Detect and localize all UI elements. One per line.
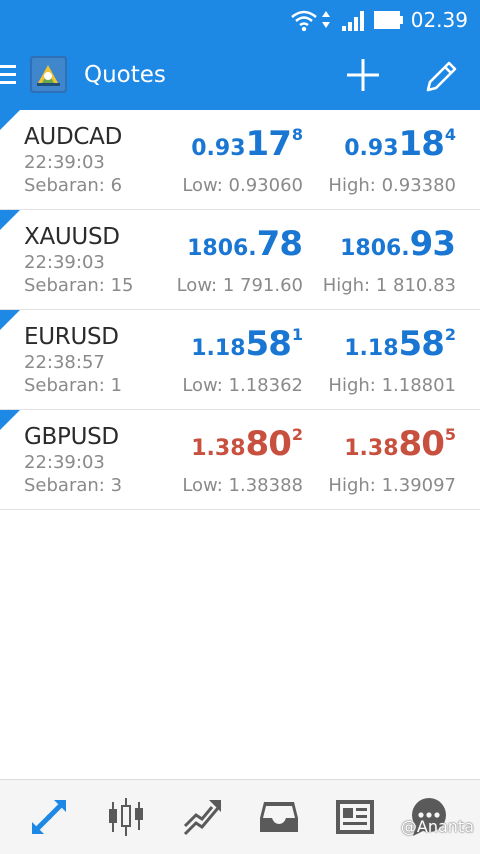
bid-price: 1806.78 (187, 224, 303, 264)
quote-row-eurusd[interactable]: EURUSD 22:38:57 Sebaran: 1 1.18581 1.185… (0, 310, 480, 410)
quote-row-gbpusd[interactable]: GBPUSD 22:39:03 Sebaran: 3 1.38802 1.388… (0, 410, 480, 510)
quote-symbol: EURUSD (24, 324, 119, 350)
quote-low: Low: 0.93060 (182, 175, 303, 196)
pencil-icon (426, 61, 457, 92)
ask-price: 0.93184 (344, 124, 456, 164)
ask-price: 1.18582 (344, 324, 456, 364)
quote-spread: Sebaran: 6 (24, 175, 123, 196)
quote-low: Low: 1.18362 (182, 375, 303, 396)
news-icon (336, 800, 374, 834)
bid-price: 0.93178 (191, 124, 303, 164)
nav-chart-button[interactable] (105, 796, 147, 838)
quote-time: 22:39:03 (24, 152, 105, 173)
status-icons (290, 7, 406, 33)
quote-spread: Sebaran: 3 (24, 475, 123, 496)
bid-price: 1.18581 (191, 324, 303, 364)
add-symbol-button[interactable] (344, 56, 382, 94)
quote-spread: Sebaran: 1 (24, 375, 123, 396)
status-bar: 02.39 (0, 0, 480, 40)
nav-trade-button[interactable] (182, 796, 224, 838)
nav-history-button[interactable] (258, 796, 300, 838)
nav-news-button[interactable] (334, 796, 376, 838)
data-arrows-icon (322, 11, 330, 28)
nav-quotes-button[interactable] (28, 796, 70, 838)
quote-high: High: 1.39097 (328, 475, 456, 496)
battery-icon (374, 11, 403, 29)
quote-symbol: XAUUSD (24, 224, 120, 250)
quote-low: Low: 1 791.60 (176, 275, 303, 296)
quote-high: High: 0.93380 (328, 175, 456, 196)
candlestick-chart-icon (109, 798, 143, 836)
hamburger-menu-icon[interactable] (0, 65, 16, 85)
page-title: Quotes (84, 62, 166, 88)
wifi-icon (291, 10, 317, 27)
row-corner-marker (0, 310, 20, 330)
quote-spread: Sebaran: 15 (24, 275, 134, 296)
quote-high: High: 1.18801 (328, 375, 456, 396)
bid-price: 1.38802 (191, 424, 303, 464)
status-signal-icons (291, 10, 403, 32)
app-bar: Quotes (0, 40, 480, 110)
quote-row-audcad[interactable]: AUDCAD 22:39:03 Sebaran: 6 0.93178 0.931… (0, 110, 480, 210)
quote-row-xauusd[interactable]: XAUUSD 22:39:03 Sebaran: 15 1806.78 1806… (0, 210, 480, 310)
quote-symbol: GBPUSD (24, 424, 119, 450)
row-corner-marker (0, 410, 20, 430)
row-corner-marker (0, 110, 20, 130)
quote-time: 22:39:03 (24, 252, 105, 273)
bottom-navigation: @Ananta (0, 779, 480, 854)
trade-line-icon (183, 800, 221, 836)
metatrader-logo-icon[interactable] (30, 56, 67, 93)
row-corner-marker (0, 210, 20, 230)
quote-time: 22:39:03 (24, 452, 105, 473)
quote-high: High: 1 810.83 (322, 275, 456, 296)
ask-price: 1.38805 (344, 424, 456, 464)
status-time: 02.39 (410, 8, 468, 32)
edit-list-button[interactable] (422, 56, 460, 94)
history-inbox-icon (260, 802, 298, 832)
quotes-list: AUDCAD 22:39:03 Sebaran: 6 0.93178 0.931… (0, 110, 480, 510)
plus-icon (347, 59, 379, 91)
quote-time: 22:38:57 (24, 352, 105, 373)
cell-signal-icon (342, 11, 364, 31)
quote-low: Low: 1.38388 (182, 475, 303, 496)
ask-price: 1806.93 (340, 224, 456, 264)
quote-symbol: AUDCAD (24, 124, 122, 150)
watermark-text: @Ananta (400, 817, 474, 836)
quotes-arrows-icon (32, 800, 66, 834)
